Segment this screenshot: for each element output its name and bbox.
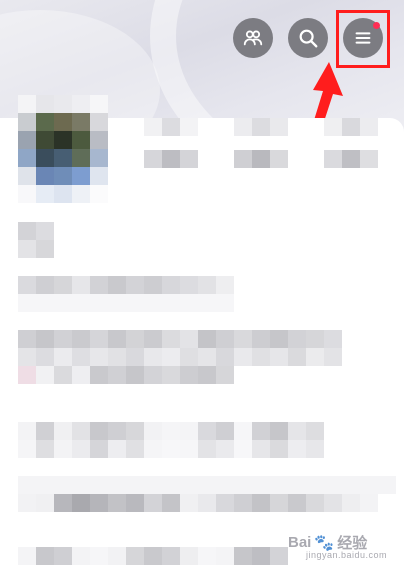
blurred-row <box>18 494 378 512</box>
blurred-row <box>18 440 324 458</box>
blurred-text <box>18 348 342 366</box>
notification-dot <box>373 22 380 29</box>
baidu-jingyan-watermark: Bai 🐾 经验 jingyan.baidu.com <box>288 532 387 560</box>
search-icon <box>299 29 318 48</box>
friends-button[interactable] <box>233 18 273 58</box>
blurred-row <box>18 547 288 565</box>
avatar[interactable] <box>18 95 108 205</box>
blurred-stat <box>324 118 378 136</box>
blurred-text <box>18 330 342 348</box>
watermark-text: Bai <box>288 534 312 551</box>
blurred-text <box>18 276 234 294</box>
menu-button[interactable] <box>343 18 383 58</box>
blurred-row <box>18 476 396 494</box>
watermark-url: jingyan.baidu.com <box>306 550 388 560</box>
blurred-text <box>18 294 234 312</box>
blurred-stat <box>144 118 198 136</box>
blurred-row <box>18 422 324 440</box>
blurred-tags <box>18 366 234 384</box>
blurred-stat <box>234 118 288 136</box>
blurred-name <box>18 222 54 240</box>
hamburger-menu-icon <box>355 32 371 44</box>
blurred-stat <box>144 150 198 168</box>
blurred-stat <box>324 150 378 168</box>
blurred-name <box>18 240 54 258</box>
blurred-stat <box>234 150 288 168</box>
people-icon <box>243 30 263 46</box>
search-button[interactable] <box>288 18 328 58</box>
